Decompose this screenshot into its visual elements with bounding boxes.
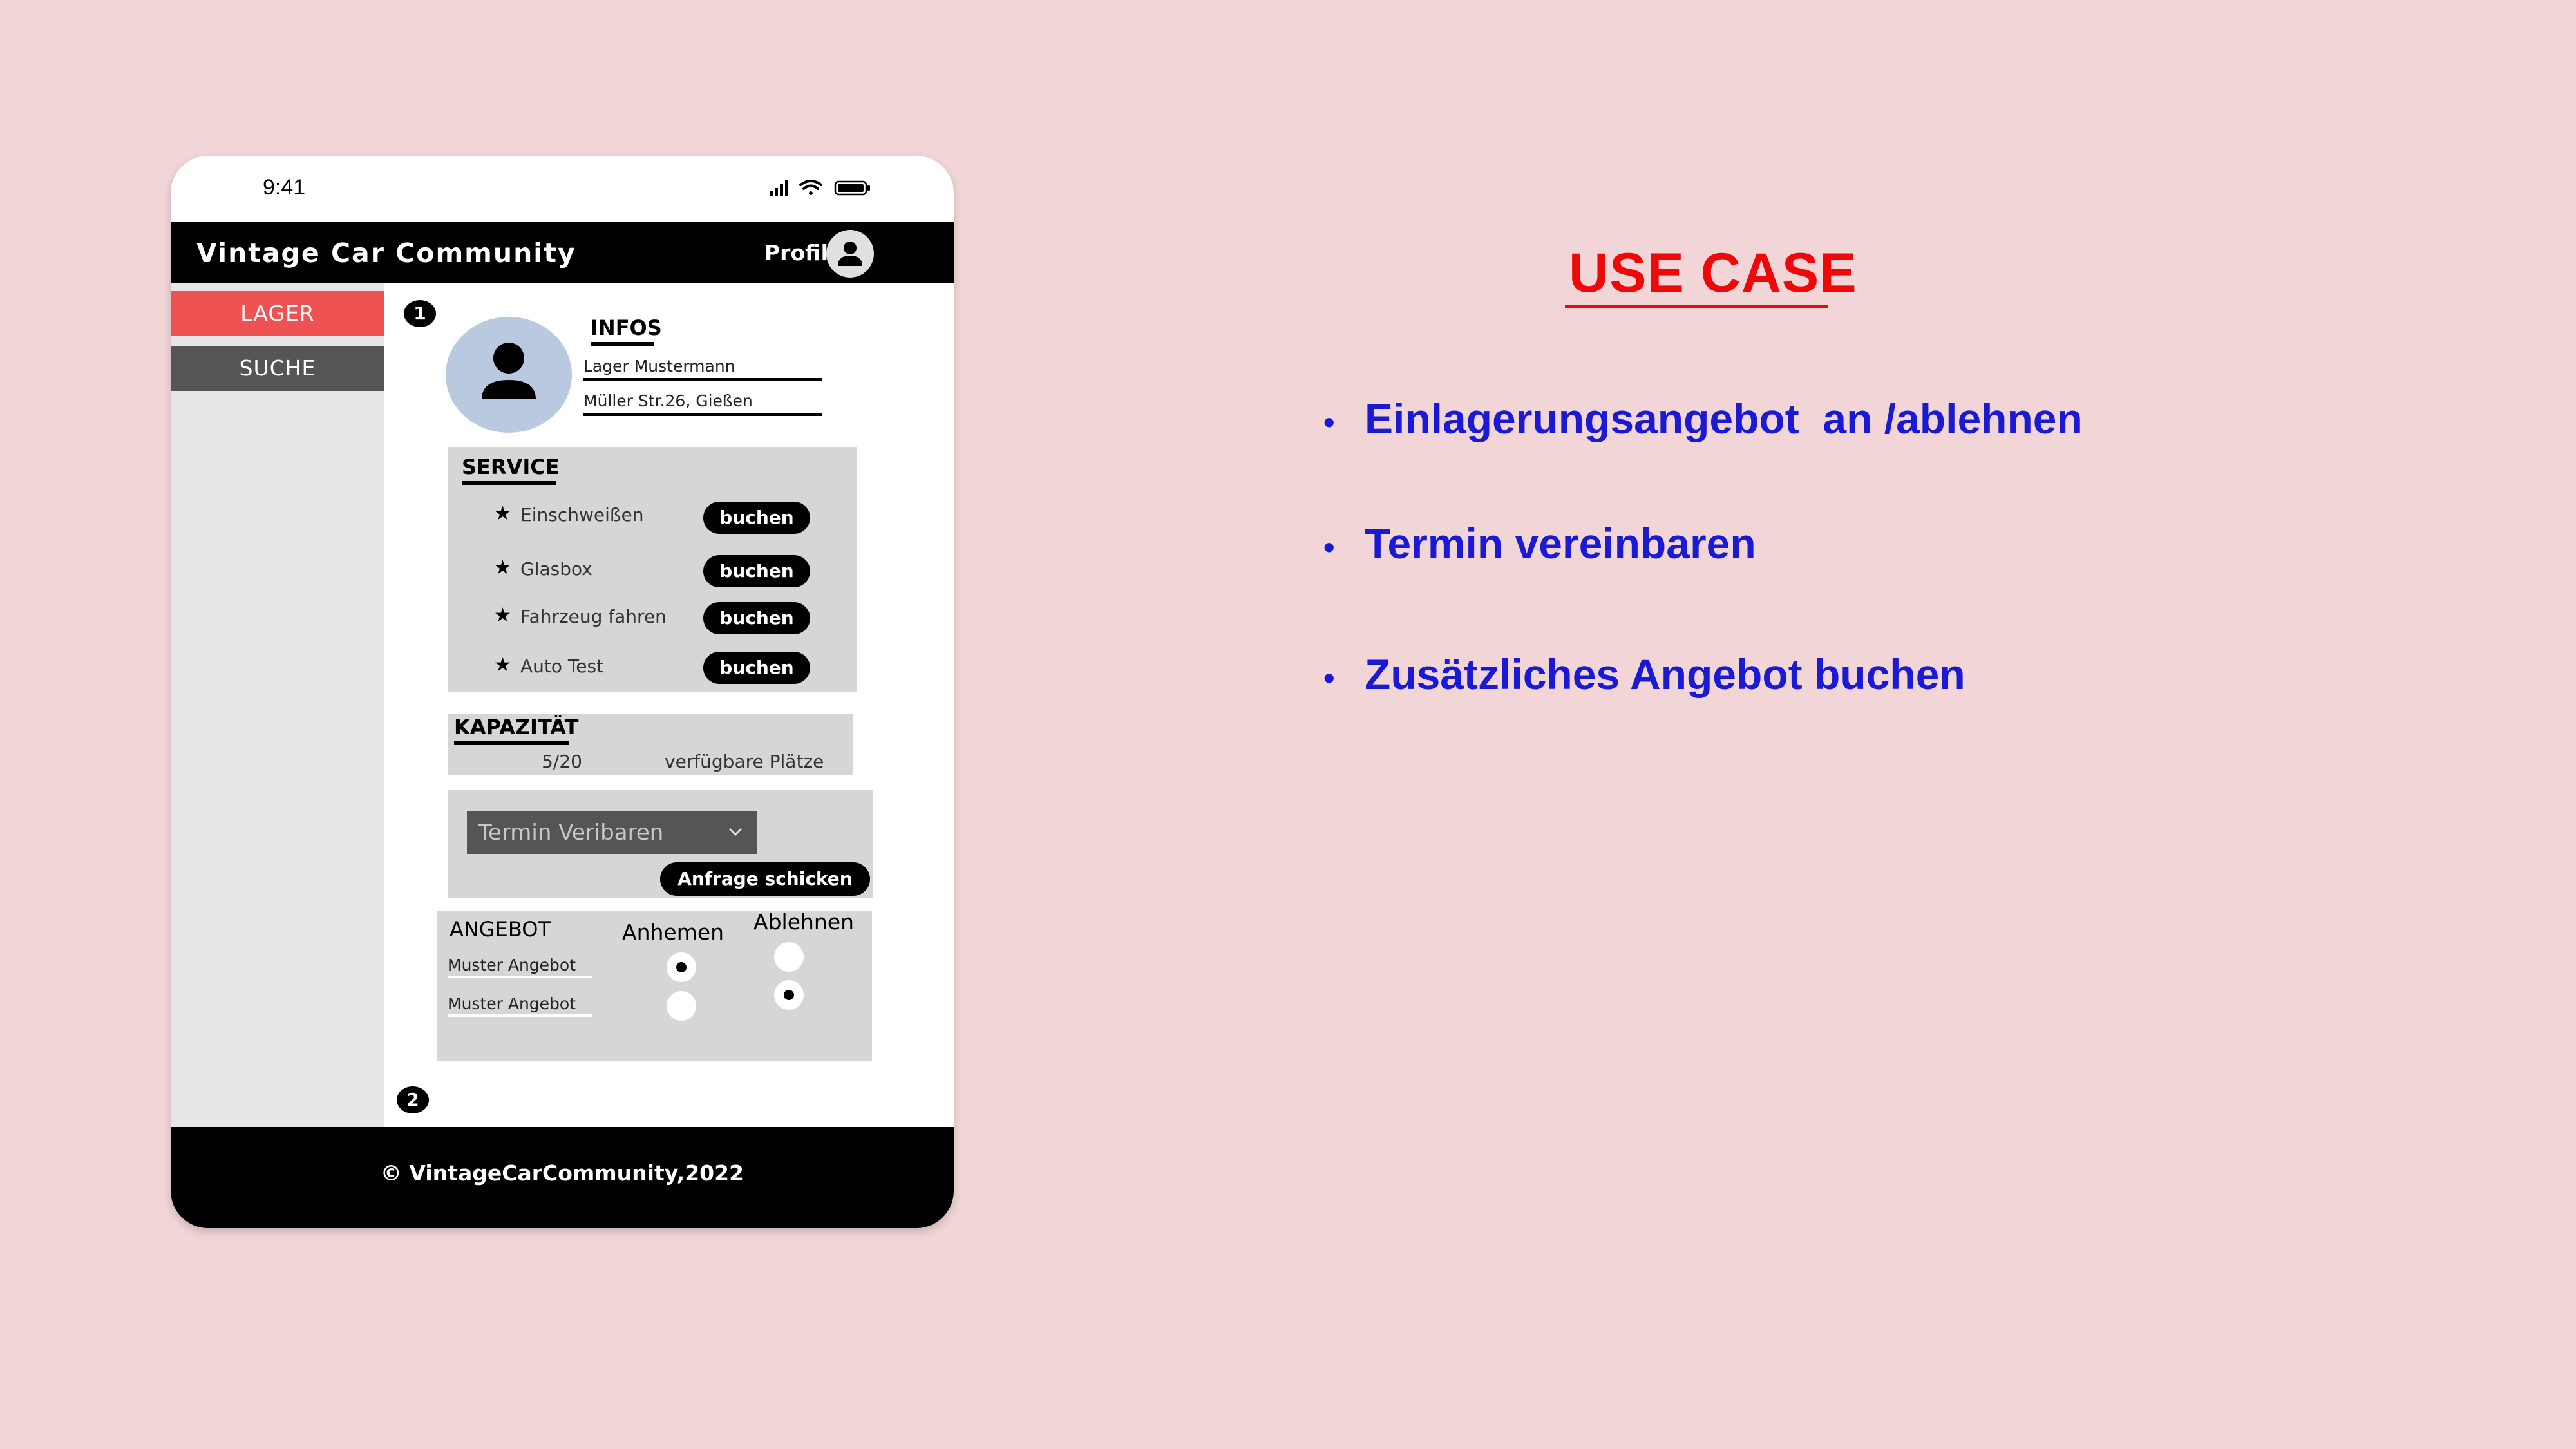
use-case-underline: [1565, 305, 1828, 308]
profile-link[interactable]: Profil: [764, 240, 828, 265]
divider: [448, 1014, 592, 1017]
offer-label: Muster Angebot: [448, 994, 576, 1013]
phone-mockup: 9:41 Vintage Car Community Profil LAGER …: [171, 156, 954, 1228]
accept-column-label: Anhemen: [622, 920, 724, 945]
service-heading: SERVICE: [462, 455, 560, 479]
reject-column-label: Ablehnen: [753, 909, 855, 934]
app-header: Vintage Car Community Profil: [171, 222, 954, 283]
send-request-button[interactable]: Anfrage schicken: [660, 862, 870, 896]
service-label: Auto Test: [520, 656, 604, 677]
battery-icon: [834, 180, 870, 196]
book-button[interactable]: buchen: [703, 602, 810, 634]
app-title: Vintage Car Community: [196, 238, 576, 269]
star-icon: ★: [494, 556, 511, 579]
star-icon: ★: [494, 604, 511, 627]
infos-heading: INFOS: [591, 316, 662, 340]
divider: [583, 378, 822, 381]
bullet-icon: •: [1323, 404, 1335, 440]
storage-name: Lager Mustermann: [583, 357, 735, 375]
book-button[interactable]: buchen: [703, 502, 810, 534]
divider: [583, 413, 822, 416]
dropdown-value: Termin Veribaren: [478, 820, 664, 846]
book-button[interactable]: buchen: [703, 555, 810, 587]
use-case-item: • Einlagerungsangebot an /ablehnen: [1323, 394, 2083, 443]
service-underline: [462, 481, 556, 485]
step-badge-1: 1: [404, 300, 436, 327]
signal-icon: [770, 180, 788, 196]
service-label: Einschweißen: [520, 504, 644, 526]
use-case-item-text: Termin vereinbaren: [1365, 520, 1756, 567]
offers-heading: ANGEBOT: [450, 917, 551, 942]
service-label: Glasbox: [520, 558, 592, 580]
footer-copyright: © VintageCarCommunity,2022: [380, 1160, 744, 1186]
offer-label: Muster Angebot: [448, 956, 576, 974]
status-time: 9:41: [263, 175, 306, 200]
offers-panel: ANGEBOT Anhemen Ablehnen Muster Angebot …: [437, 909, 872, 1061]
capacity-panel: KAPAZITÄT 5/20 verfügbare Plätze: [448, 714, 853, 775]
reject-radio[interactable]: [774, 942, 804, 972]
capacity-underline: [454, 741, 569, 745]
status-icons: [770, 180, 870, 196]
capacity-label: verfügbare Plätze: [665, 751, 824, 772]
star-icon: ★: [494, 502, 511, 525]
use-case-item: • Termin vereinbaren: [1323, 519, 1756, 568]
bullet-icon: •: [1323, 659, 1335, 696]
wifi-icon: [799, 180, 822, 195]
infos-underline: [591, 342, 654, 346]
star-icon: ★: [494, 654, 511, 676]
service-label: Fahrzeug fahren: [520, 606, 667, 627]
use-case-item: • Zusätzliches Angebot buchen: [1323, 650, 1965, 699]
storage-avatar-icon: [446, 317, 572, 433]
step-badge-2: 2: [397, 1086, 429, 1113]
use-case-title: USE CASE: [1569, 242, 1857, 304]
use-case-item-text: Zusätzliches Angebot buchen: [1365, 650, 1965, 698]
appointment-dropdown[interactable]: Termin Veribaren: [467, 811, 757, 854]
bullet-icon: •: [1323, 529, 1335, 565]
sidebar-item-lager[interactable]: LAGER: [171, 291, 384, 336]
storage-address: Müller Str.26, Gießen: [583, 392, 753, 410]
use-case-item-text: Einlagerungsangebot an /ablehnen: [1365, 395, 2083, 442]
capacity-heading: KAPAZITÄT: [454, 715, 579, 739]
profile-avatar-icon[interactable]: [826, 230, 874, 278]
book-button[interactable]: buchen: [703, 652, 810, 684]
chevron-down-icon: [728, 828, 743, 837]
accept-radio[interactable]: [667, 991, 696, 1021]
app-footer: © VintageCarCommunity,2022: [171, 1127, 954, 1228]
sidebar-item-suche[interactable]: SUCHE: [171, 346, 384, 391]
reject-radio-selected[interactable]: [774, 980, 804, 1010]
service-panel: SERVICE ★ Einschweißen buchen ★ Glasbox …: [448, 447, 857, 692]
sidebar: LAGER SUCHE: [171, 283, 384, 1127]
accept-radio-selected[interactable]: [667, 952, 696, 982]
divider: [448, 976, 592, 978]
capacity-value: 5/20: [542, 751, 582, 772]
